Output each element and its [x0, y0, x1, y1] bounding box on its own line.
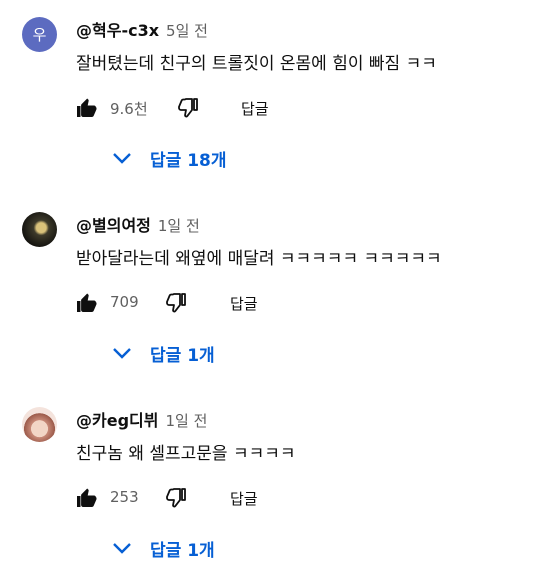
chevron-down-icon [113, 153, 131, 164]
avatar[interactable] [22, 407, 57, 442]
comment-time[interactable]: 1일 전 [165, 410, 207, 431]
comment-time[interactable]: 5일 전 [166, 20, 208, 41]
comment-author[interactable]: @별의여정 [76, 212, 151, 236]
like-count: 709 [110, 293, 139, 311]
replies-count-label: 답글 18개 [150, 150, 227, 171]
comment-header: @별의여정 1일 전 [76, 212, 200, 236]
reply-button[interactable]: 답글 [230, 488, 258, 509]
chevron-down-icon [113, 348, 131, 359]
avatar[interactable] [22, 212, 57, 247]
comment-header: @카eg디뷔 1일 전 [76, 407, 207, 431]
show-replies-button[interactable]: 답글 1개 [110, 535, 215, 561]
thumbs-up-icon[interactable] [74, 96, 98, 120]
like-count: 253 [110, 488, 139, 506]
comment-text: 잘버텼는데 친구의 트롤짓이 온몸에 힘이 빠짐 ㅋㅋ [76, 54, 437, 74]
comment-text: 받아달라는데 왜옆에 매달려 ㅋㅋㅋㅋㅋ ㅋㅋㅋㅋㅋ [76, 249, 442, 269]
show-replies-button[interactable]: 답글 18개 [110, 145, 227, 171]
comment-time[interactable]: 1일 전 [158, 215, 200, 236]
thumbs-up-icon[interactable] [74, 486, 98, 510]
comment-text: 친구놈 왜 셀프고문을 ㅋㅋㅋㅋ [76, 444, 296, 464]
comment-header: @혁우-c3x 5일 전 [76, 17, 208, 41]
like-count: 9.6천 [110, 100, 148, 118]
thumbs-down-icon[interactable] [177, 96, 201, 120]
reply-button[interactable]: 답글 [230, 293, 258, 314]
comment-author[interactable]: @혁우-c3x [76, 17, 159, 41]
thumbs-up-icon[interactable] [74, 291, 98, 315]
thumbs-down-icon[interactable] [165, 486, 189, 510]
thumbs-down-icon[interactable] [165, 291, 189, 315]
chevron-down-icon [113, 543, 131, 554]
replies-count-label: 답글 1개 [150, 540, 215, 561]
avatar-letter: 우 [32, 26, 47, 44]
reply-button[interactable]: 답글 [241, 98, 269, 119]
avatar[interactable]: 우 [22, 17, 57, 52]
replies-count-label: 답글 1개 [150, 345, 215, 366]
comment-author[interactable]: @카eg디뷔 [76, 407, 158, 431]
show-replies-button[interactable]: 답글 1개 [110, 340, 215, 366]
